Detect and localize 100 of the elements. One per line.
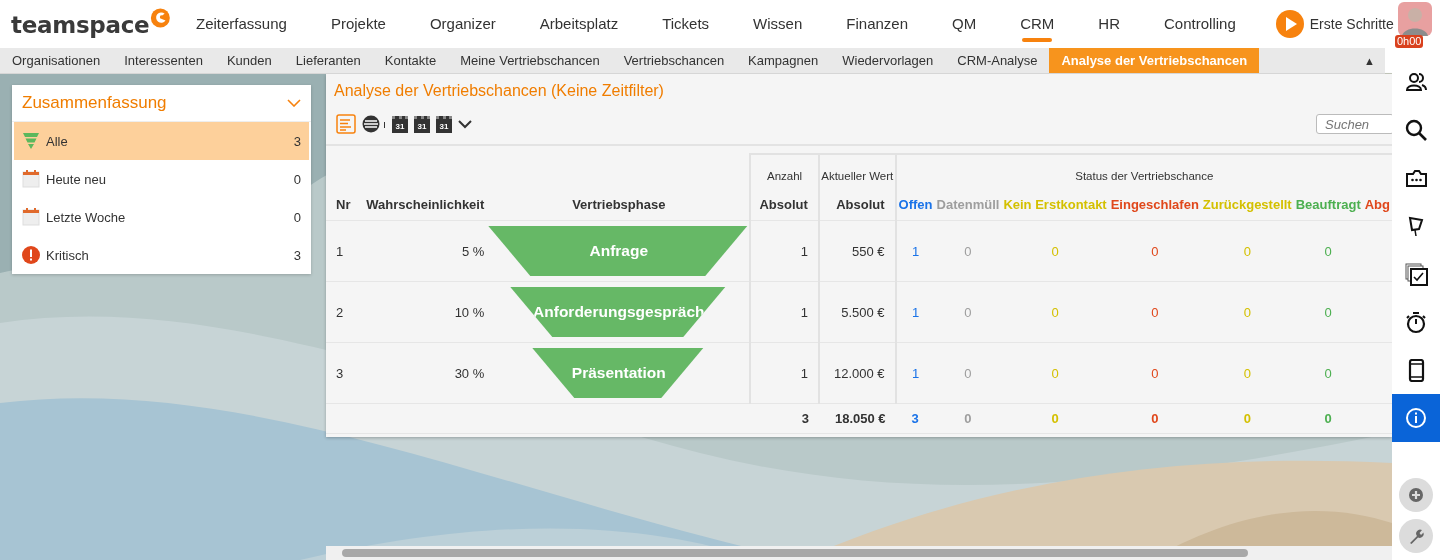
nav-tab[interactable]: Finanzen: [846, 0, 908, 48]
nav-tab[interactable]: Zeiterfassung: [196, 0, 287, 48]
item-count: 0: [293, 171, 301, 187]
nav-tab[interactable]: Arbeitsplatz: [539, 0, 619, 48]
info-icon: [1404, 406, 1428, 430]
column-header: Wahrscheinlichkeit: [366, 197, 485, 212]
search-field[interactable]: Suchen: [1316, 114, 1392, 134]
table-cell: 0: [964, 304, 972, 320]
sub-nav-tab[interactable]: Vertriebschancen: [611, 48, 737, 73]
status-header: Abg: [1364, 197, 1390, 212]
calendar-button[interactable]: 31: [414, 115, 430, 133]
sub-nav-tab[interactable]: Kontakte: [372, 48, 449, 73]
summary-item[interactable]: Kritisch 3: [14, 236, 309, 274]
table-cell: 0: [1243, 365, 1251, 381]
total-cell: 3: [911, 411, 919, 426]
total-cell: 0: [1151, 411, 1159, 426]
table-cell: 0: [1051, 243, 1059, 259]
column-header: Absolut: [836, 197, 885, 212]
nav-tab[interactable]: Projekte: [330, 0, 386, 48]
column-header: Nr: [336, 197, 351, 212]
table-cell: 30 %: [454, 365, 485, 381]
alert-icon: [22, 246, 40, 264]
logo-text: teamspace: [11, 12, 150, 38]
card-title: Zusammenfassung: [22, 93, 167, 113]
nav-tab[interactable]: QM: [952, 0, 977, 48]
table-cell: 0: [1051, 365, 1059, 381]
sub-nav-tab[interactable]: Meine Vertriebschancen: [448, 48, 612, 73]
sub-nav-tab[interactable]: Interessenten: [112, 48, 215, 73]
column-group-header: Aktueller Wert: [821, 170, 894, 182]
table-cell: 0: [1324, 365, 1332, 381]
collapse-button[interactable]: ▲: [1354, 48, 1385, 73]
table-cell: 1: [800, 365, 808, 381]
add-icon: [1407, 486, 1425, 504]
column-group-header: Status der Vertriebschance: [1075, 170, 1214, 182]
table-cell: 2: [336, 304, 344, 320]
item-label: Alle: [46, 133, 69, 149]
stopwatch-icon: [1404, 310, 1428, 334]
status-header: Offen: [898, 197, 933, 212]
total-cell: 3: [801, 411, 809, 426]
sub-nav-tab[interactable]: Organisationen: [0, 48, 113, 73]
stacked-lines-icon[interactable]: [362, 114, 386, 134]
table-cell: 0: [1151, 243, 1159, 259]
tasks-icon: [1404, 262, 1428, 286]
total-cell: 0: [1243, 411, 1251, 426]
search-icon: [1404, 118, 1428, 142]
table-cell: 1: [800, 243, 808, 259]
item-label: Heute neu: [46, 171, 107, 187]
sub-nav-tab[interactable]: Kampagnen: [736, 48, 831, 73]
summary-item[interactable]: Heute neu 0: [14, 160, 309, 198]
table-cell: 0: [1051, 304, 1059, 320]
table-cell: 12.000 €: [834, 365, 885, 381]
table-cell: 1: [336, 243, 344, 259]
calendar-button[interactable]: 31: [392, 115, 408, 133]
status-header: Eingeschlafen: [1110, 197, 1199, 212]
status-header: Beauftragt: [1295, 197, 1361, 212]
item-count: 3: [293, 247, 301, 263]
column-header: Vertriebsphase: [572, 197, 666, 212]
getting-started-link[interactable]: Erste Schritte: [1275, 10, 1394, 38]
calendar-button[interactable]: 31: [436, 115, 452, 133]
table-cell: 5 %: [461, 243, 485, 259]
total-cell: 0: [1324, 411, 1332, 426]
status-header: Datenmüll: [936, 197, 1000, 212]
total-cell: 0: [1051, 411, 1059, 426]
calendar-icon: [22, 170, 40, 188]
action-button[interactable]: [1399, 478, 1433, 512]
nav-tab[interactable]: Tickets: [662, 0, 710, 48]
total-cell: 18.050 €: [835, 411, 886, 426]
item-count: 3: [293, 133, 301, 149]
table-cell: 0: [1243, 304, 1251, 320]
action-button[interactable]: [1399, 519, 1433, 553]
avatar-icon: [1398, 2, 1432, 36]
table-cell: 1: [911, 365, 920, 381]
nav-tab[interactable]: HR: [1098, 0, 1121, 48]
nav-tab[interactable]: CRM: [1020, 0, 1055, 48]
play-icon: [1275, 10, 1304, 38]
sub-nav-tab[interactable]: Wiedervorlagen: [830, 48, 946, 73]
nav-tab[interactable]: Wissen: [753, 0, 803, 48]
table-cell: 550 €: [852, 243, 885, 259]
sub-nav-tab[interactable]: Lieferanten: [283, 48, 373, 73]
table-cell: 1: [800, 304, 808, 320]
status-header: Kein Erstkontakt: [1003, 197, 1107, 212]
chevron-down-icon[interactable]: [458, 119, 472, 129]
nav-tab[interactable]: Controlling: [1164, 0, 1236, 48]
table-cell: 0: [964, 365, 972, 381]
table-cell: 5.500 €: [841, 304, 885, 320]
table-cell: 0: [1151, 304, 1159, 320]
horizontal-scrollbar[interactable]: [326, 546, 1392, 560]
table-cell: 0: [1151, 365, 1159, 381]
table-cell: 0: [1324, 243, 1332, 259]
sub-nav-tab[interactable]: CRM-Analyse: [945, 48, 1050, 73]
panel-title: Analyse der Vertriebschancen (Keine Zeitfilter): [333, 81, 665, 101]
summary-item[interactable]: Letzte Woche 0: [14, 198, 309, 236]
timer-badge: 0h00: [1395, 35, 1424, 48]
sub-nav-tab[interactable]: Kunden: [214, 48, 284, 73]
funnel-icon: [22, 132, 40, 150]
people-icon: [1404, 70, 1428, 94]
nav-tab[interactable]: Organizer: [429, 0, 496, 48]
table-cell: 0: [964, 243, 972, 259]
summary-item[interactable]: Alle 3: [14, 122, 309, 160]
logo-icon: [150, 6, 171, 30]
